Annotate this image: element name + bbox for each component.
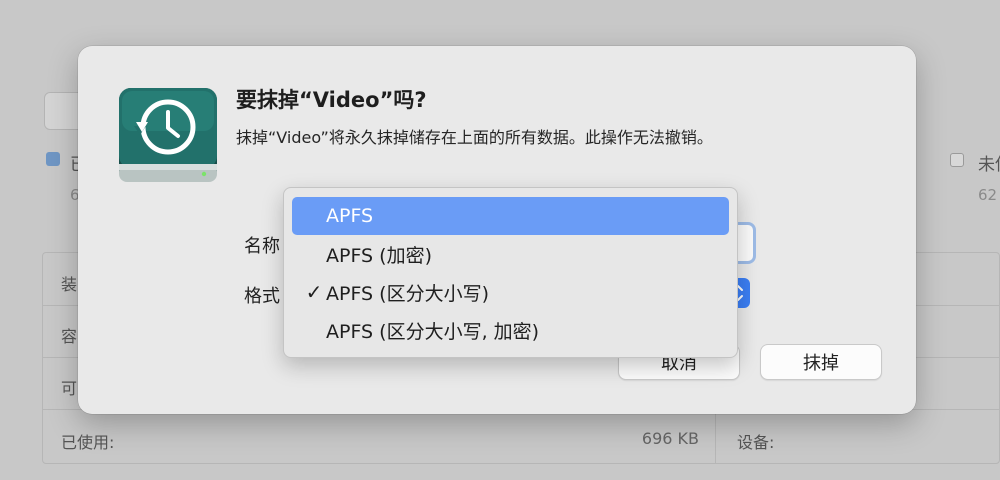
format-label: 格式 [244,286,280,307]
menu-item-apfs[interactable]: APFS [292,197,729,235]
menu-item-label: APFS [326,205,374,227]
free-space-swatch [950,153,964,167]
time-machine-disk-icon [119,88,217,182]
menu-item-apfs-encrypted[interactable]: APFS (加密) [292,235,729,273]
menu-item-label: APFS (区分大小写, 加密) [326,320,540,343]
menu-item-label: APFS (区分大小写) [326,282,489,305]
free-space-value: 62 [978,186,998,204]
used-row-value: 696 KB [641,429,699,448]
menu-item-apfs-case-sensitive[interactable]: ✓ APFS (区分大小写) [292,273,729,311]
used-row-label: 已使用: [61,433,115,452]
table-row-label: 装 [61,275,78,294]
dialog-title: 要抹掉“Video”吗? [236,88,427,112]
checkmark-icon: ✓ [305,280,323,304]
table-row-label: 容 [61,327,78,346]
name-label: 名称 [244,236,280,257]
device-row-label: 设备: [737,433,775,452]
format-popup-menu: APFS APFS (加密) ✓ APFS (区分大小写) APFS (区分大小… [283,187,738,358]
erase-button[interactable]: 抹掉 [760,344,882,380]
dialog-message: 抹掉“Video”将永久抹掉储存在上面的所有数据。此操作无法撤销。 [236,128,713,147]
used-space-swatch [46,152,60,166]
menu-item-label: APFS (加密) [326,244,432,267]
menu-item-apfs-case-sensitive-encrypted[interactable]: APFS (区分大小写, 加密) [292,311,729,349]
table-row-label: 可 [61,379,78,398]
free-space-label: 未使 [978,155,1000,175]
